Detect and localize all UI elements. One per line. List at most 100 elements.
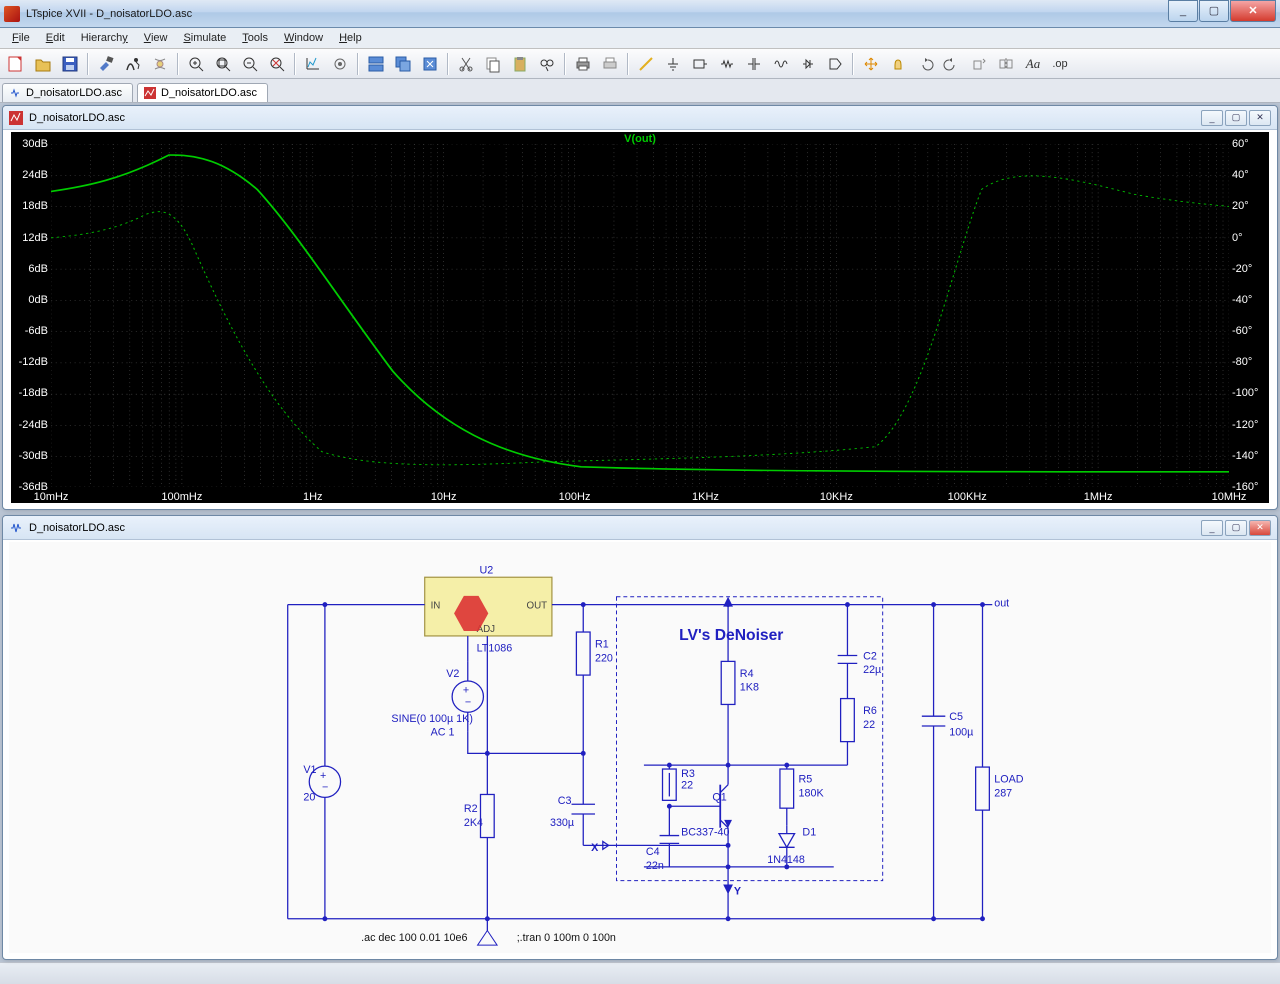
plot-canvas[interactable]: V(out) 30dB24dB18dB12dB6dB0dB-6dB-12dB-1… [11, 132, 1269, 503]
plot-icon [9, 111, 23, 125]
rotate-icon[interactable] [967, 52, 991, 76]
statusbar [0, 962, 1280, 984]
tile-icon[interactable] [364, 52, 388, 76]
close-all-icon[interactable] [418, 52, 442, 76]
svg-text:100µ: 100µ [949, 727, 973, 739]
run-icon[interactable] [121, 52, 145, 76]
menu-tools[interactable]: Tools [234, 30, 276, 46]
inductor-icon[interactable] [769, 52, 793, 76]
svg-text:;.tran 0 100m 0 100n: ;.tran 0 100m 0 100n [517, 932, 616, 944]
undo-icon[interactable] [913, 52, 937, 76]
tab-label: D_noisatorLDO.asc [26, 87, 122, 99]
svg-text:.ac dec 100 0.01 10e6: .ac dec 100 0.01 10e6 [361, 932, 467, 944]
halt-icon[interactable] [148, 52, 172, 76]
svg-text:2K4: 2K4 [464, 817, 483, 829]
pane-close[interactable]: ✕ [1249, 110, 1271, 126]
svg-text:180K: 180K [799, 787, 825, 799]
svg-text:R5: R5 [799, 774, 813, 786]
svg-text:V2: V2 [446, 668, 459, 680]
zoom-in-icon[interactable] [184, 52, 208, 76]
cut-icon[interactable] [454, 52, 478, 76]
svg-text:AC 1: AC 1 [431, 727, 455, 739]
menu-view[interactable]: View [136, 30, 176, 46]
svg-text:IN: IN [431, 601, 441, 612]
toolbar: Aa .op [0, 49, 1280, 79]
pane-maximize[interactable]: ▢ [1225, 520, 1247, 536]
pane-minimize[interactable]: _ [1201, 520, 1223, 536]
pane-close[interactable]: ✕ [1249, 520, 1271, 536]
schematic-pane: D_noisatorLDO.asc _ ▢ ✕ LV's DeNoiser IN… [2, 515, 1278, 960]
svg-text:C4: C4 [646, 846, 660, 858]
y-axis-right[interactable]: 60°40°20°0°-20°-40°-60°-80°-100°-120°-14… [1229, 132, 1269, 487]
settings-icon[interactable] [328, 52, 352, 76]
window-controls: _ ▢ ✕ [1167, 6, 1276, 22]
pane-minimize[interactable]: _ [1201, 110, 1223, 126]
menu-file[interactable]: File [4, 30, 38, 46]
redo-icon[interactable] [940, 52, 964, 76]
schematic-titlebar[interactable]: D_noisatorLDO.asc _ ▢ ✕ [3, 516, 1277, 540]
plot-titlebar[interactable]: D_noisatorLDO.asc _ ▢ ✕ [3, 106, 1277, 130]
move-icon[interactable] [859, 52, 883, 76]
svg-text:SINE(0 100µ 1K): SINE(0 100µ 1K) [391, 713, 472, 725]
svg-text:287: 287 [994, 787, 1012, 799]
resistor-icon[interactable] [715, 52, 739, 76]
svg-text:R4: R4 [740, 668, 754, 680]
app-icon [4, 6, 20, 22]
svg-text:22: 22 [863, 719, 875, 731]
zoom-area-icon[interactable] [211, 52, 235, 76]
mirror-icon[interactable] [994, 52, 1018, 76]
close-button[interactable]: ✕ [1230, 0, 1276, 22]
x-axis[interactable]: 10mHz100mHz1Hz10Hz100Hz1KHz10KHz100KHz1M… [51, 487, 1229, 503]
print-icon[interactable] [571, 52, 595, 76]
capacitor-icon[interactable] [742, 52, 766, 76]
svg-text:+: + [463, 685, 469, 697]
tab-schematic[interactable]: D_noisatorLDO.asc [2, 83, 133, 102]
svg-text:BC337-40: BC337-40 [681, 827, 729, 839]
svg-text:U2: U2 [480, 564, 494, 576]
label-icon[interactable] [688, 52, 712, 76]
drag-icon[interactable] [886, 52, 910, 76]
svg-text:out: out [994, 598, 1009, 610]
paste-icon[interactable] [508, 52, 532, 76]
spice-dir-icon[interactable]: .op [1048, 52, 1072, 76]
zoom-out-icon[interactable] [238, 52, 262, 76]
maximize-button[interactable]: ▢ [1199, 0, 1229, 22]
menu-edit[interactable]: Edit [38, 30, 73, 46]
copy-icon[interactable] [481, 52, 505, 76]
component-icon[interactable] [823, 52, 847, 76]
svg-text:1K8: 1K8 [740, 682, 759, 694]
open-icon[interactable] [31, 52, 55, 76]
plot-grid [51, 144, 1229, 487]
draw-wire-icon[interactable] [634, 52, 658, 76]
menu-window[interactable]: Window [276, 30, 331, 46]
hammer-icon[interactable] [94, 52, 118, 76]
y-axis-left[interactable]: 30dB24dB18dB12dB6dB0dB-6dB-12dB-18dB-24d… [11, 132, 51, 487]
print-setup-icon[interactable] [598, 52, 622, 76]
cascade-icon[interactable] [391, 52, 415, 76]
menu-help[interactable]: Help [331, 30, 370, 46]
svg-text:R3: R3 [681, 768, 695, 780]
autoscale-icon[interactable] [301, 52, 325, 76]
svg-text:R6: R6 [863, 705, 877, 717]
plot-icon [144, 87, 156, 99]
schematic-title: D_noisatorLDO.asc [29, 522, 1201, 534]
zoom-fit-icon[interactable] [265, 52, 289, 76]
tab-plot[interactable]: D_noisatorLDO.asc [137, 83, 268, 102]
menu-simulate[interactable]: Simulate [175, 30, 234, 46]
text-icon[interactable]: Aa [1021, 52, 1045, 76]
ground-icon[interactable] [661, 52, 685, 76]
save-icon[interactable] [58, 52, 82, 76]
svg-text:−: − [322, 782, 328, 794]
diode-icon[interactable] [796, 52, 820, 76]
menu-hierarchy[interactable]: Hierarchy [73, 30, 136, 46]
minimize-button[interactable]: _ [1168, 0, 1198, 22]
svg-text:X: X [591, 842, 599, 854]
svg-text:220: 220 [595, 652, 613, 664]
window-titlebar: LTspice XVII - D_noisatorLDO.asc _ ▢ ✕ [0, 0, 1280, 28]
find-icon[interactable] [535, 52, 559, 76]
svg-text:C5: C5 [949, 711, 963, 723]
schematic-canvas[interactable]: LV's DeNoiser IN OUT ADJ U2 LT1086 out [9, 542, 1271, 953]
pane-maximize[interactable]: ▢ [1225, 110, 1247, 126]
new-icon[interactable] [4, 52, 28, 76]
svg-text:22n: 22n [646, 860, 664, 872]
